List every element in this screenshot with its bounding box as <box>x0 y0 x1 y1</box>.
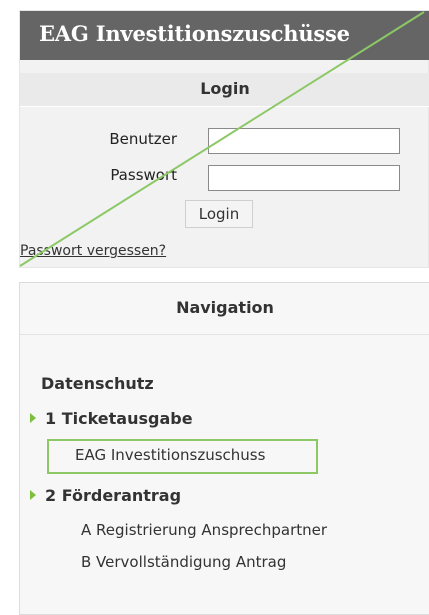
login-section-title: Login <box>200 79 250 98</box>
navigation-header: Navigation <box>20 283 429 335</box>
navigation-panel: Navigation Datenschutz 1 Ticketausgabe E… <box>19 282 429 615</box>
nav-group-foerderantrag[interactable]: 2 Förderantrag <box>30 486 181 505</box>
nav-group-ticketausgabe[interactable]: 1 Ticketausgabe <box>30 409 193 428</box>
nav-item-eag-investitionszuschuss[interactable]: EAG Investitionszuschuss <box>75 446 265 464</box>
password-field[interactable] <box>208 165 400 191</box>
nav-item-registrierung[interactable]: A Registrierung Ansprechpartner <box>81 521 327 539</box>
forgot-password-link[interactable]: Passwort vergessen? <box>20 243 166 259</box>
password-label: Passwort <box>110 166 177 184</box>
username-field[interactable] <box>208 128 400 154</box>
nav-group-label: 1 Ticketausgabe <box>45 409 193 428</box>
navigation-title: Navigation <box>176 298 274 317</box>
login-section-header: Login <box>20 73 429 107</box>
triangle-right-icon <box>30 490 36 500</box>
triangle-right-icon <box>30 413 36 423</box>
app-title: EAG Investitionszuschüsse <box>39 21 350 46</box>
login-header: EAG Investitionszuschüsse <box>20 11 429 60</box>
login-button[interactable]: Login <box>185 200 253 228</box>
nav-item-datenschutz[interactable]: Datenschutz <box>41 374 154 393</box>
username-label: Benutzer <box>109 130 177 148</box>
nav-group-label: 2 Förderantrag <box>45 486 182 505</box>
login-panel: EAG Investitionszuschüsse Login Benutzer… <box>19 10 429 268</box>
nav-item-vervollstaendigung[interactable]: B Vervollständigung Antrag <box>81 553 286 571</box>
